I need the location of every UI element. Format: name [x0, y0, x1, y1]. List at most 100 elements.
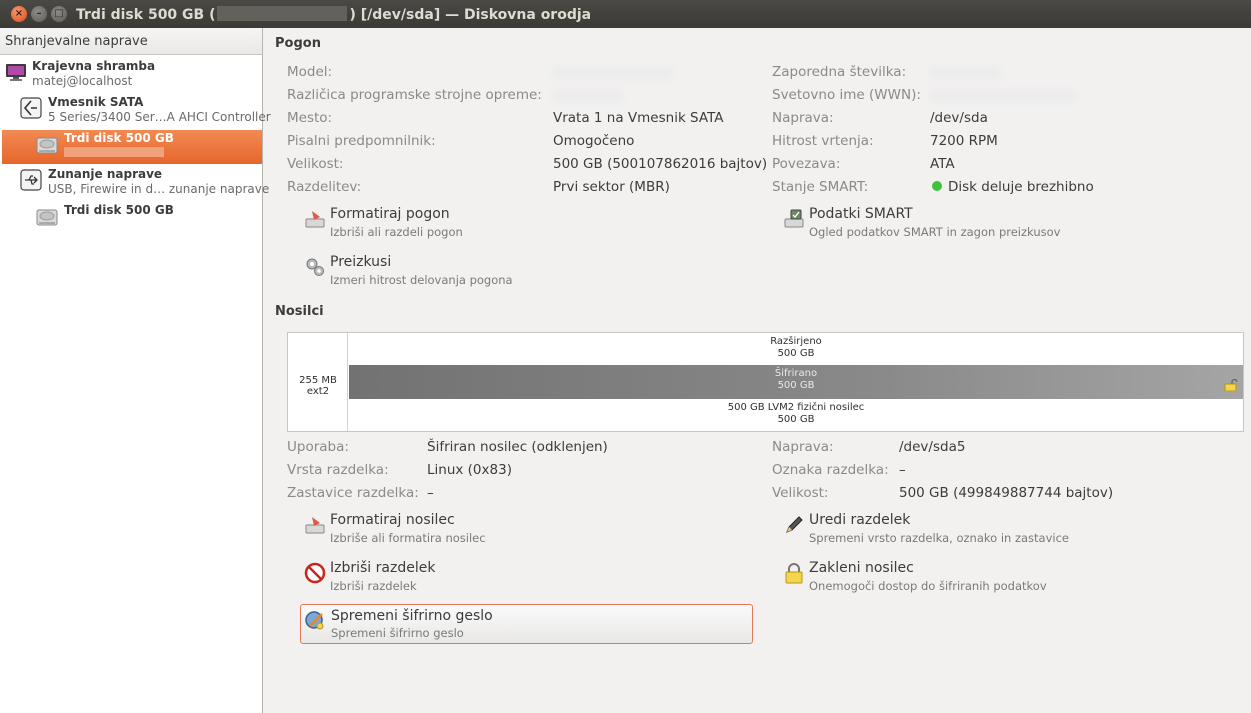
write-cache-label: Pisalni predpomnilnik:: [287, 133, 436, 149]
sidebar-item-hard-disk-external[interactable]: Trdi disk 500 GB: [0, 202, 262, 236]
partitioning-label: Razdelitev:: [287, 179, 362, 195]
sidebar-item-subtitle: matej@localhost: [32, 74, 133, 88]
sidebar-item-hard-disk-selected[interactable]: Trdi disk 500 GB: [2, 130, 262, 164]
format-drive-icon: [305, 211, 325, 228]
device-value: /dev/sda: [930, 110, 988, 126]
connection-label: Povezava:: [772, 156, 841, 172]
partition-type-label: Vrsta razdelka:: [287, 462, 389, 478]
size-label: Velikost:: [287, 156, 344, 172]
usage-label: Uporaba:: [287, 439, 349, 455]
volume-encrypted-size: 500 GB: [777, 380, 815, 391]
redacted-serial: [217, 6, 348, 21]
smart-data-subtitle: Ogled podatkov SMART in zagon preizkusov: [809, 225, 1061, 239]
partition-type-value: Linux (0x83): [427, 462, 512, 478]
smart-status-text: Disk deluje brezhibno: [948, 179, 1094, 195]
format-drive-title: Formatiraj pogon: [330, 206, 450, 222]
firmware-value-redacted: [553, 89, 623, 107]
volume-lvm[interactable]: 500 GB LVM2 fizični nosilec 500 GB: [349, 399, 1243, 431]
sidebar-item-subtitle: 5 Series/3400 Ser…A AHCI Controller: [48, 110, 271, 124]
volume-part-ext2-label: 255 MB ext2: [299, 375, 337, 397]
location-value: Vrata 1 na Vmesnik SATA: [553, 110, 724, 126]
partition-flags-label: Zastavice razdelka:: [287, 485, 419, 501]
title-bar: × – □ Trdi disk 500 GB () [/dev/sda] — D…: [0, 0, 1251, 28]
serial-label: Zaporedna številka:: [772, 64, 907, 80]
partition-label-value: –: [899, 462, 906, 478]
drive-section-title: Pogon: [275, 36, 321, 51]
benchmark-title: Preizkusi: [330, 254, 392, 270]
maximize-window-button[interactable]: □: [51, 6, 67, 22]
delete-partition-button[interactable]: Izbriši razdelek Izbriši razdelek: [304, 560, 534, 596]
partition-label-label: Oznaka razdelka:: [772, 462, 889, 478]
smart-status-label: Stanje SMART:: [772, 179, 869, 195]
volumes-section-title: Nosilci: [275, 304, 324, 319]
sidebar-item-local-storage[interactable]: Krajevna shramba matej@localhost: [0, 58, 262, 92]
location-label: Mesto:: [287, 110, 333, 126]
format-drive-button[interactable]: Formatiraj pogon Izbriši ali razdeli pog…: [304, 206, 534, 242]
connection-value: ATA: [930, 156, 955, 172]
sidebar-item-title: Trdi disk 500 GB: [64, 131, 174, 145]
volume-device-label: Naprava:: [772, 439, 834, 455]
sidebar-item-subtitle: USB, Firewire in d… zunanje naprave: [48, 182, 270, 196]
partition-flags-value: –: [427, 485, 434, 501]
serial-value-redacted: [930, 66, 1000, 84]
sidebar-item-title: Vmesnik SATA: [48, 95, 144, 109]
pencil-icon: [786, 516, 803, 533]
main-panel: Pogon Model: Različica programske strojn…: [264, 28, 1251, 713]
format-volume-title: Formatiraj nosilec: [330, 512, 455, 528]
volume-size-label: Velikost:: [772, 485, 829, 501]
sidebar-item-sata[interactable]: Vmesnik SATA 5 Series/3400 Ser…A AHCI Co…: [0, 94, 271, 128]
change-passphrase-button[interactable]: Spremeni šifrirno geslo Spremeni šifrirn…: [300, 604, 753, 644]
smart-status-value: Disk deluje brezhibno: [932, 179, 1094, 195]
delete-partition-subtitle: Izbriši razdelek: [330, 579, 417, 593]
benchmark-subtitle: Izmeri hitrost delovanja pogona: [330, 273, 513, 287]
status-ok-icon: [932, 181, 942, 191]
format-drive-subtitle: Izbriši ali razdeli pogon: [330, 225, 463, 239]
computer-monitor-icon: [6, 64, 26, 81]
volume-extended-name: Razširjeno: [770, 336, 822, 347]
wwn-label: Svetovno ime (WWN):: [772, 87, 921, 103]
format-volume-subtitle: Izbriše ali formatira nosilec: [330, 531, 486, 545]
volume-encrypted-selected[interactable]: Šifrirano 500 GB: [349, 365, 1243, 399]
sidebar-item-title: Trdi disk 500 GB: [64, 203, 174, 217]
padlock-icon: [785, 563, 803, 584]
change-passphrase-icon: [305, 611, 324, 630]
device-label: Naprava:: [772, 110, 834, 126]
sata-controller-icon: [20, 97, 42, 119]
smart-data-icon: [784, 209, 804, 228]
write-cache-value: Omogočeno: [553, 133, 635, 149]
model-value-redacted: [553, 66, 673, 84]
volume-lvm-name: 500 GB LVM2 fizični nosilec: [727, 402, 865, 413]
rotation-value: 7200 RPM: [930, 133, 998, 149]
rotation-label: Hitrost vrtenja:: [772, 133, 874, 149]
volume-graphic: 255 MB ext2 Razširjeno 500 GB Šifrirano …: [287, 332, 1244, 432]
usage-value: Šifriran nosilec (odklenjen): [427, 439, 608, 455]
benchmark-button[interactable]: Preizkusi Izmeri hitrost delovanja pogon…: [304, 254, 534, 290]
unlocked-padlock-icon: [1224, 379, 1238, 391]
sidebar: Shranjevalne naprave Krajevna shramba ma…: [0, 28, 271, 713]
sidebar-item-title: Zunanje naprave: [48, 167, 163, 181]
firmware-label: Različica programske strojne opreme:: [287, 87, 542, 103]
usb-icon: [20, 169, 42, 191]
smart-data-title: Podatki SMART: [809, 206, 913, 222]
close-window-button[interactable]: ×: [11, 6, 27, 22]
sidebar-header: Shranjevalne naprave: [0, 28, 262, 55]
window-title-prefix: Trdi disk 500 GB (: [76, 7, 216, 23]
sidebar-item-external[interactable]: Zunanje naprave USB, Firewire in d… zuna…: [0, 166, 269, 200]
volume-extended[interactable]: Razširjeno 500 GB: [349, 333, 1243, 365]
sidebar-item-title: Krajevna shramba: [32, 59, 156, 73]
format-volume-button[interactable]: Formatiraj nosilec Izbriše ali formatira…: [304, 512, 534, 548]
change-passphrase-subtitle: Spremeni šifrirno geslo: [331, 626, 464, 640]
model-label: Model:: [287, 64, 333, 80]
volume-encrypted-name: Šifrirano: [774, 368, 818, 379]
delete-no-entry-icon: [304, 562, 326, 584]
lock-volume-button[interactable]: Zakleni nosilec Onemogoči dostop do šifr…: [783, 560, 1083, 596]
window-title: Trdi disk 500 GB () [/dev/sda] — Diskovn…: [76, 6, 591, 23]
redacted-text: [64, 147, 164, 157]
smart-data-button[interactable]: Podatki SMART Ogled podatkov SMART in za…: [783, 206, 1083, 242]
minimize-window-button[interactable]: –: [31, 6, 47, 22]
hard-disk-icon: [36, 209, 58, 226]
edit-partition-button[interactable]: Uredi razdelek Spremeni vrsto razdelka, …: [783, 512, 1083, 548]
lock-volume-subtitle: Onemogoči dostop do šifriranih podatkov: [809, 579, 1047, 593]
volume-part-ext2[interactable]: 255 MB ext2: [288, 333, 348, 431]
gears-icon: [306, 258, 324, 276]
